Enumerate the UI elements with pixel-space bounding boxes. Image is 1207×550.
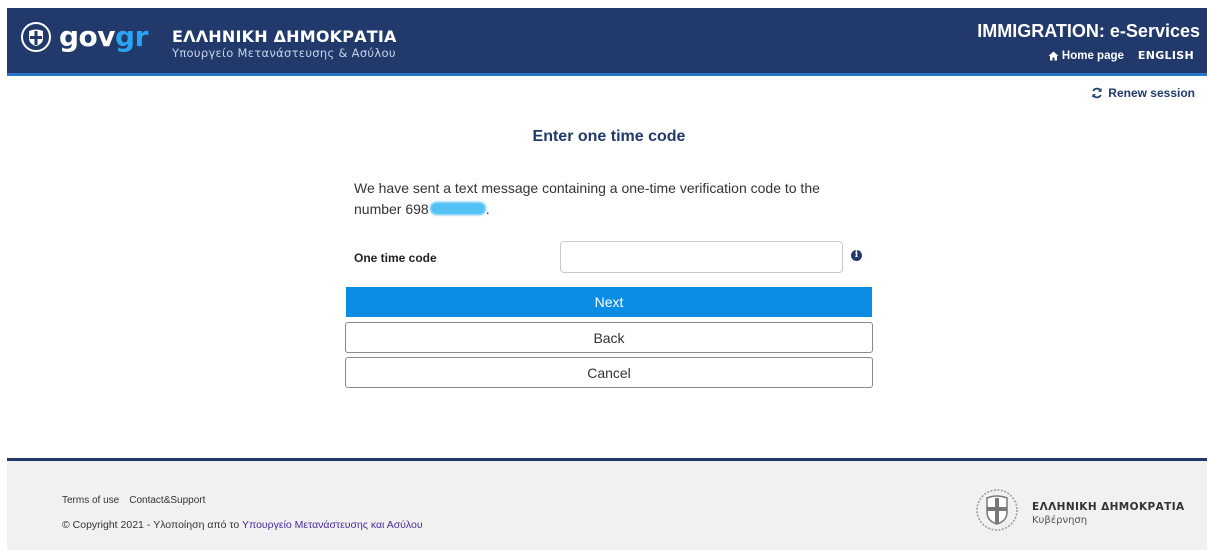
- cancel-button[interactable]: Cancel: [345, 357, 873, 388]
- site-footer: Terms of use Contact&Support © Copyright…: [7, 458, 1207, 550]
- copyright-text: © Copyright 2021 - Υλοποίηση από το: [62, 519, 240, 531]
- government-branding: ΕΛΛΗΝΙΚΗ ΔΗΜΟΚΡΑΤΙΑ Κυβέρνηση: [1032, 501, 1185, 526]
- contact-support-link[interactable]: Contact&Support: [129, 495, 205, 506]
- ministry-subtitle: Υπουργείο Μετανάστευσης & Ασύλου: [172, 46, 396, 60]
- terms-of-use-link[interactable]: Terms of use: [62, 495, 119, 506]
- ministry-link[interactable]: Υπουργείο Μετανάστευσης και Ασύλου: [242, 519, 423, 531]
- message-text: We have sent a text message containing a…: [354, 180, 820, 217]
- government-title: ΕΛΛΗΝΙΚΗ ΔΗΜΟΚΡΑΤΙΑ: [1032, 501, 1185, 513]
- footer-links: Terms of use Contact&Support: [62, 495, 205, 506]
- header-nav: Home page ENGLISH: [1048, 49, 1194, 62]
- greek-emblem-icon: [21, 22, 51, 52]
- refresh-icon: [1092, 87, 1103, 99]
- language-switch[interactable]: ENGLISH: [1138, 49, 1194, 62]
- home-page-label: Home page: [1061, 49, 1124, 62]
- home-icon: [1048, 51, 1059, 60]
- message-end: .: [485, 201, 490, 217]
- one-time-code-input[interactable]: [560, 241, 843, 273]
- next-button[interactable]: Next: [346, 287, 872, 317]
- site-header: govgr ΕΛΛΗΝΙΚΗ ΔΗΜΟΚΡΑΤΙΑ Υπουργείο Μετα…: [7, 8, 1207, 76]
- app-title: IMMIGRATION: e-Services: [977, 21, 1200, 41]
- renew-session-label: Renew session: [1108, 86, 1195, 100]
- greek-coat-of-arms-icon: [976, 489, 1018, 531]
- info-icon[interactable]: i: [851, 250, 862, 261]
- page-title: Enter one time code: [532, 128, 686, 145]
- back-button[interactable]: Back: [345, 322, 873, 353]
- redacted-phone-number: [429, 202, 486, 215]
- copyright-notice: © Copyright 2021 - Υλοποίηση από το Υπου…: [62, 519, 423, 531]
- govgr-logo[interactable]: govgr: [21, 22, 148, 52]
- home-page-link[interactable]: Home page: [1048, 50, 1124, 62]
- ministry-branding: ΕΛΛΗΝΙΚΗ ΔΗΜΟΚΡΑΤΙΑ Υπουργείο Μετανάστευ…: [172, 27, 397, 61]
- verification-message: We have sent a text message containing a…: [354, 178, 854, 220]
- ministry-title: ΕΛΛΗΝΙΚΗ ΔΗΜΟΚΡΑΤΙΑ: [172, 27, 397, 46]
- govgr-wordmark: govgr: [59, 22, 148, 52]
- renew-session-link[interactable]: Renew session: [1091, 86, 1195, 100]
- logo-word-gov: gov: [59, 20, 116, 53]
- logo-word-gr: gr: [115, 20, 148, 53]
- government-subtitle: Κυβέρνηση: [1032, 515, 1088, 526]
- code-field-label: One time code: [354, 251, 437, 265]
